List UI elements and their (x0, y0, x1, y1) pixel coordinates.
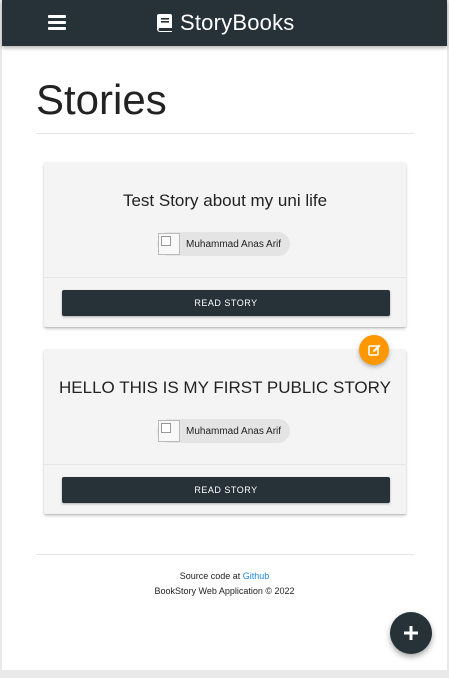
title-divider (36, 133, 414, 134)
author-chip[interactable]: Muhammad Anas Arif (157, 232, 291, 256)
avatar (158, 233, 180, 255)
footer-copyright: BookStory Web Application © 2022 (154, 586, 295, 596)
read-story-button[interactable]: READ STORY (62, 477, 390, 503)
story-title: Test Story about my uni life (122, 191, 328, 210)
card-action-divider (44, 277, 406, 278)
book-icon (157, 14, 172, 32)
read-story-button[interactable]: READ STORY (62, 290, 390, 316)
brand-title: StoryBooks (180, 10, 295, 35)
footer-divider (36, 554, 414, 555)
story-card: HELLO THIS IS MY FIRST PUBLIC STORY Muha… (44, 349, 406, 514)
edit-icon (367, 344, 380, 356)
story-card: Test Story about my uni life Muhammad An… (44, 162, 406, 327)
avatar (158, 420, 180, 442)
edit-story-button[interactable] (359, 335, 389, 365)
plus-icon (404, 626, 418, 640)
author-name: Muhammad Anas Arif (186, 425, 282, 437)
github-link[interactable]: Github (243, 571, 270, 581)
author-name: Muhammad Anas Arif (186, 238, 282, 250)
page-title: Stories (36, 76, 167, 123)
footer-source-line: Source code at Github (2, 571, 447, 581)
card-action-divider (44, 464, 406, 465)
page: StoryBooks Stories Test Story about my u… (2, 0, 447, 670)
footer-source-prefix: Source code at (179, 571, 241, 581)
brand-link[interactable]: StoryBooks (157, 8, 295, 38)
story-title: HELLO THIS IS MY FIRST PUBLIC STORY (59, 378, 391, 397)
navbar: StoryBooks (2, 0, 447, 46)
hamburger-menu-icon[interactable] (48, 13, 66, 33)
author-chip[interactable]: Muhammad Anas Arif (157, 419, 291, 443)
add-story-button[interactable] (390, 612, 432, 654)
